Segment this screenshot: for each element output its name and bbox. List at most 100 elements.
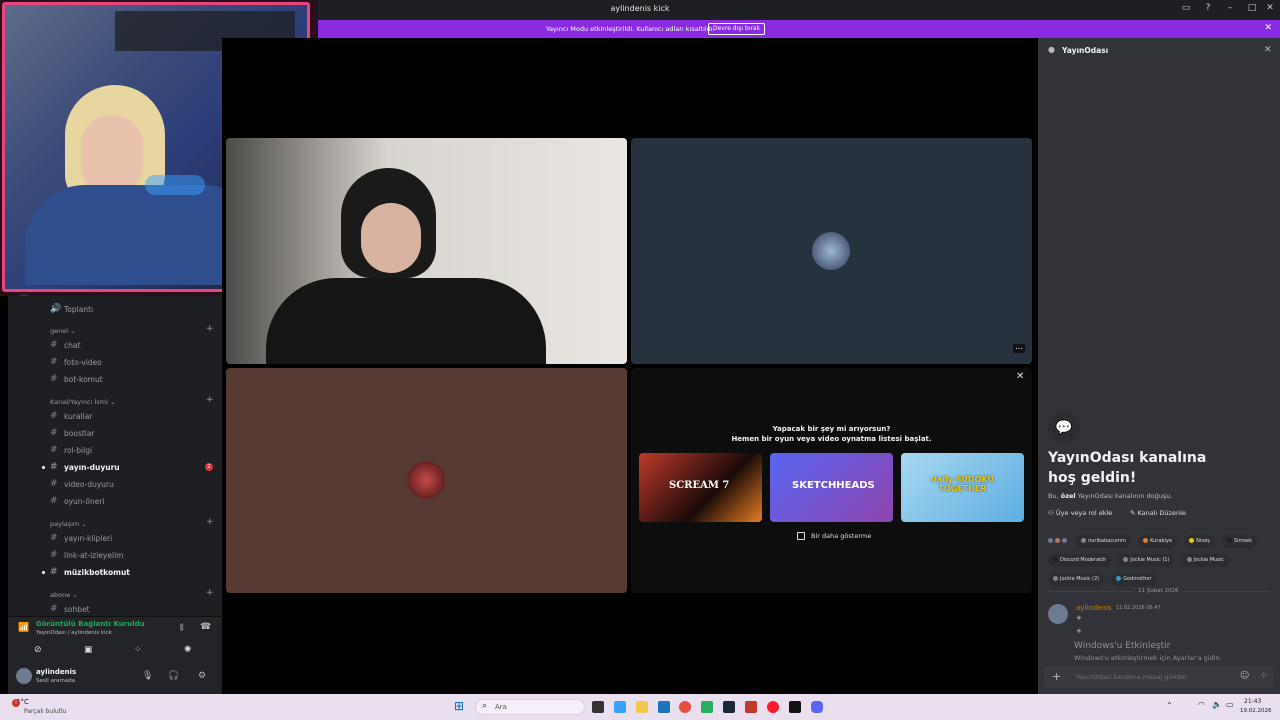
channel-video-duyuru[interactable]: # video-duyuru [50, 479, 114, 489]
taskbar-search[interactable]: ⌕ Ara [475, 699, 585, 715]
screen-share-icon[interactable]: ▣ [84, 645, 93, 655]
category-kanal-yayinci[interactable]: Kanal/Yayıncı İsmi ⌄ [50, 398, 115, 406]
channel-kurallar[interactable]: # kurallar [50, 411, 92, 421]
video-tile-avatar-2[interactable] [226, 368, 627, 593]
channel-toplanti[interactable]: 🔊 Toplantı [50, 304, 93, 314]
app-icon[interactable] [701, 701, 713, 713]
microphone-icon[interactable]: 🎙 [142, 671, 153, 681]
voice-status[interactable]: Görüntülü Bağlantı Kuruldu [36, 620, 145, 628]
game-card-sketchheads[interactable]: SKETCHHEADS [770, 453, 893, 522]
role-chip[interactable]: Jockie Music [1181, 554, 1229, 567]
role-chip[interactable]: Niveş [1184, 535, 1215, 548]
discord-taskbar-icon[interactable] [811, 701, 823, 713]
channel-boostlar[interactable]: # boostlar [50, 428, 95, 438]
username[interactable]: aylindenis [36, 668, 76, 676]
hash-icon: # [50, 357, 58, 367]
video-tile-avatar-1[interactable]: ⋯ [631, 138, 1032, 364]
epic-games-icon[interactable] [789, 701, 801, 713]
channel-link-at-izleyelim[interactable]: # link-at-izleyelim [50, 550, 123, 560]
headphones-icon[interactable]: 🎧 [168, 671, 179, 681]
add-channel-icon[interactable]: + [206, 395, 214, 405]
file-explorer-icon[interactable] [636, 701, 648, 713]
channel-muzikbotkomut[interactable]: # müzikbotkomut [50, 567, 130, 577]
volume-icon[interactable]: 🔈 [1212, 700, 1222, 709]
role-chip[interactable]: Kurabiye [1138, 535, 1178, 548]
signal-icon[interactable]: 📶 [18, 623, 29, 633]
close-activity-icon[interactable]: ✕ [1016, 371, 1024, 382]
disconnect-icon[interactable]: ☎ [200, 622, 211, 632]
game-card-sudoku[interactable]: daily SUDOKU TOGETHER [901, 453, 1024, 522]
attach-plus-icon[interactable]: + [1052, 670, 1061, 683]
streamer-mode-banner: Yayıncı Modu etkinleştirildi. Kullanıcı … [318, 20, 1280, 38]
opera-icon[interactable] [767, 701, 779, 713]
category-genel[interactable]: genel ⌄ [50, 327, 76, 335]
add-channel-icon[interactable]: + [206, 517, 214, 527]
user-panel: aylindenis Sesli aramada 🎙 🎧 ⚙ [8, 662, 222, 694]
copilot-icon[interactable] [614, 701, 626, 713]
video-tile-camera[interactable] [226, 138, 627, 364]
clock-date[interactable]: 19.02.2026 [1240, 708, 1272, 714]
add-channel-icon[interactable]: + [206, 588, 214, 598]
hash-icon: # [50, 533, 58, 543]
category-paylasim[interactable]: paylaşım ⌄ [50, 520, 87, 528]
speaker-icon: 🔊 [50, 304, 62, 314]
message-input-placeholder[interactable]: YayınOdası kanalına mesaj gönder [1076, 673, 1187, 681]
game-card-scream[interactable]: SCREAM 7 [639, 453, 762, 522]
noise-suppression-icon[interactable]: ⫼ [180, 623, 184, 633]
task-view-icon[interactable] [592, 701, 604, 713]
close-window-button[interactable]: ✕ [1262, 3, 1278, 13]
voice-location[interactable]: YayınOdası / aylindenis kick [36, 630, 112, 636]
message-author[interactable]: aylindenis [1076, 604, 1112, 612]
role-chip[interactable]: Simsek [1222, 535, 1258, 548]
help-icon[interactable]: ? [1200, 3, 1216, 13]
message-avatar[interactable] [1048, 604, 1068, 624]
add-channel-icon[interactable]: + [206, 324, 214, 334]
dont-show-label[interactable]: Bir daha gösterme [811, 532, 871, 540]
dont-show-checkbox[interactable] [797, 532, 805, 540]
close-chat-icon[interactable]: ✕ [1264, 45, 1272, 55]
edit-channel-button[interactable]: ✎ Kanalı Düzenle [1130, 509, 1186, 517]
more-options-icon[interactable]: ⋯ [1013, 344, 1025, 353]
chrome-icon[interactable] [679, 701, 691, 713]
app-icon[interactable] [745, 701, 757, 713]
avatar[interactable] [16, 668, 32, 684]
clock-time[interactable]: 21:43 [1244, 698, 1261, 705]
tray-chevron-icon[interactable]: ⌃ [1166, 701, 1173, 710]
apps-icon[interactable]: ⁘ [1260, 671, 1268, 681]
banner-close-icon[interactable]: ✕ [1264, 23, 1272, 33]
message-input-box[interactable]: + YayınOdası kanalına mesaj gönder ☺ ⁘ [1044, 666, 1274, 688]
wifi-icon[interactable]: ◠ [1198, 700, 1205, 709]
activities-icon[interactable]: ⁘ [134, 645, 142, 655]
activity-subheading: Hemen bir oyun veya video oynatma listes… [731, 435, 932, 443]
role-chip[interactable]: Jockie Music (1) [1118, 554, 1175, 567]
channel-oyun-oneri[interactable]: # oyun-öneri [50, 496, 105, 506]
chat-header-title: YayınOdası [1062, 46, 1109, 55]
settings-gear-icon[interactable]: ⚙ [198, 671, 206, 681]
weather-desc[interactable]: Parçalı bulutlu [24, 708, 66, 715]
soundboard-icon[interactable]: ✺ [184, 645, 192, 655]
role-chip[interactable]: Godmother [1111, 573, 1157, 586]
channel-yayin-duyuru[interactable]: # yayın-duyuru [50, 462, 120, 472]
inbox-icon[interactable]: ▭ [1178, 3, 1194, 13]
weather-alert-icon[interactable]: ! [12, 699, 20, 707]
channel-bot-komut[interactable]: # bot-komut [50, 374, 103, 384]
add-member-button[interactable]: ⚇ Üye veya rol ekle [1048, 509, 1112, 517]
camera-off-icon[interactable]: ⊘ [34, 645, 42, 655]
channel-yayin-klipleri[interactable]: # yayın-klipleri [50, 533, 112, 543]
role-chip[interactable]: Jockie Music (2) [1048, 573, 1105, 586]
category-abone[interactable]: abone ⌄ [50, 591, 78, 599]
channel-chat[interactable]: # chat [50, 340, 80, 350]
channel-rol-bilgi[interactable]: # rol-bilgi [50, 445, 92, 455]
minimize-button[interactable]: – [1222, 3, 1238, 13]
start-menu-icon[interactable]: ⊞ [454, 699, 464, 713]
emoji-icon[interactable]: ☺ [1240, 671, 1249, 681]
role-chip[interactable]: nuribabacumm [1076, 535, 1132, 548]
steam-icon[interactable] [723, 701, 735, 713]
channel-sohbet[interactable]: # sohbet [50, 604, 90, 614]
battery-icon[interactable]: ▭ [1226, 700, 1234, 709]
channel-foto-video[interactable]: # foto-video [50, 357, 102, 367]
app-icon[interactable] [658, 701, 670, 713]
disable-streamer-mode-button[interactable]: Devre dışı bırak [708, 23, 766, 35]
maximize-button[interactable]: □ [1244, 3, 1260, 13]
role-chip[interactable]: Discord Moderatör [1048, 554, 1112, 567]
